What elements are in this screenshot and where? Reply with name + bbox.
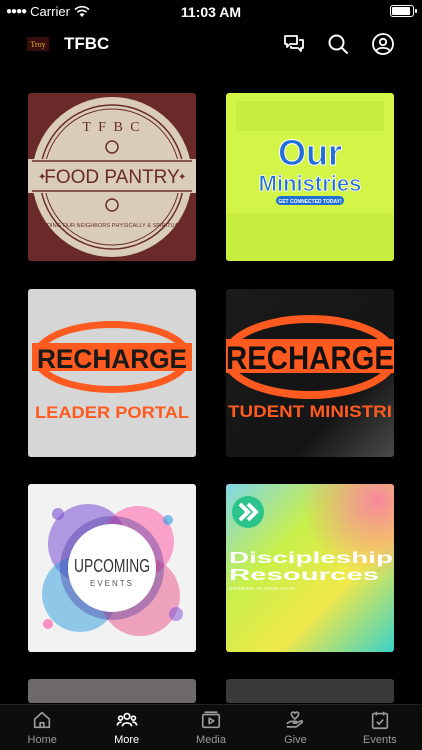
tab-bar: Home More Media Give Events [0,704,422,750]
tab-give-label: Give [284,734,307,746]
battery-fill [392,7,411,15]
partial-tile-left[interactable] [28,679,196,703]
account-icon[interactable] [371,32,395,56]
upcoming-subtitle: EVENTS [90,579,134,588]
our-ministries-tile[interactable]: Our Ministries GET CONNECTED TODAY! [226,93,394,261]
svg-text:✦: ✦ [178,172,186,183]
upcoming-title: UPCOMING [74,556,150,576]
ministries-line1: Our [278,132,342,173]
battery-icon [390,5,417,17]
status-bar: ●●●● Carrier 11:03 AM [0,0,422,24]
clock: 11:03 AM [180,4,242,20]
partial-tile-right[interactable] [226,679,394,703]
tab-more-label: More [114,734,140,746]
tab-home-label: Home [27,734,57,746]
pantry-title: FOOD PANTRY [44,167,180,188]
chat-icon[interactable] [282,32,306,56]
recharge-leader-subtitle: LEADER PORTAL [35,403,189,422]
tab-media-label: Media [196,734,226,746]
tab-more[interactable]: More [84,705,168,750]
church-logo: Troy [27,37,49,51]
pantry-arc-top: T F B C [82,120,141,135]
discipleship-line1: Discipleship [229,550,393,567]
recharge-student-title: RECHARGE [226,340,394,376]
search-icon[interactable] [326,32,350,56]
ministries-badge: GET CONNECTED TODAY! [278,199,342,205]
food-pantry-tile[interactable]: T F B C FOOD PANTRY ✦ ✦ FEEDING OUR NEIG… [28,93,196,261]
ministries-line2: Ministries [259,171,362,196]
people-icon [116,712,138,727]
tab-events-label: Events [363,734,397,746]
tab-home[interactable]: Home [0,705,84,750]
discipleship-tagline: GROWING IN YOUR FAITH [229,586,296,591]
page-title: TFBC [64,34,110,53]
discipleship-resources-tile[interactable]: Discipleship Resources GROWING IN YOUR F… [226,484,394,652]
discipleship-line2: Resources [229,567,379,584]
tab-events[interactable]: Events [338,705,422,750]
pantry-arc-bottom: FEEDING OUR NEIGHBORS PHYSICALLY & SPIRI… [36,223,188,229]
svg-text:✦: ✦ [38,172,46,183]
tab-give[interactable]: Give [253,705,337,750]
app-header: Troy TFBC [0,24,422,64]
recharge-leader-portal-tile[interactable]: RECHARGE LEADER PORTAL [28,289,196,457]
tab-media[interactable]: Media [169,705,253,750]
recharge-student-ministries-tile[interactable]: RECHARGE TUDENT MINISTRI [226,289,394,457]
upcoming-events-tile[interactable]: UPCOMING EVENTS [28,484,196,652]
media-icon [201,711,221,729]
recharge-student-subtitle: TUDENT MINISTRI [228,402,392,421]
svg-text:Troy: Troy [30,40,45,49]
home-icon [34,711,51,729]
give-icon [286,711,304,728]
calendar-icon [371,711,388,730]
recharge-leader-title: RECHARGE [37,344,187,374]
